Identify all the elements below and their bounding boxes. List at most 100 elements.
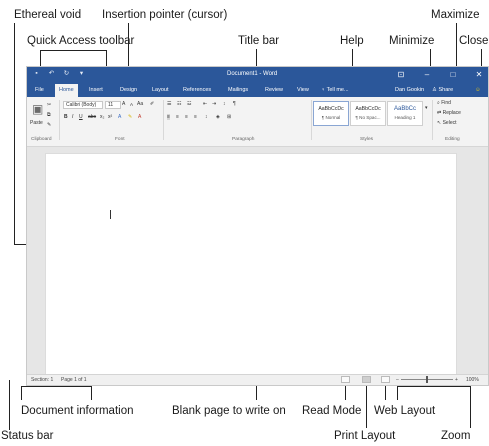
redo-icon[interactable]: ↻	[63, 70, 70, 77]
align-right-icon[interactable]: ≡	[185, 114, 188, 120]
callout-blank-page: Blank page to write on	[172, 405, 286, 417]
zoom-level[interactable]: 100%	[466, 377, 479, 383]
read-mode-button[interactable]	[341, 376, 350, 383]
clear-formatting-icon[interactable]: ✐	[150, 101, 154, 107]
text-effects-icon[interactable]: A	[118, 114, 121, 120]
style-no-spacing[interactable]: AaBbCcDc ¶ No Spac...	[350, 101, 386, 126]
print-layout-button[interactable]	[362, 376, 371, 383]
style-heading-1[interactable]: AaBbCc Heading 1	[387, 101, 423, 126]
web-layout-button[interactable]	[381, 376, 390, 383]
callout-ethereal-void: Ethereal void	[14, 9, 82, 21]
numbering-icon[interactable]: ☷	[177, 101, 181, 107]
paste-label[interactable]: Paste	[30, 120, 43, 126]
font-size-select[interactable]: 11	[105, 101, 121, 109]
font-name-select[interactable]: Calibri (Body)	[63, 101, 103, 109]
tab-file[interactable]: File	[31, 84, 48, 97]
zoom-out-icon[interactable]: –	[396, 377, 399, 383]
shrink-font-icon[interactable]: A	[130, 102, 133, 107]
page-indicator[interactable]: Page 1 of 1	[61, 377, 87, 383]
tab-layout[interactable]: Layout	[148, 84, 173, 97]
font-group-label: Font	[115, 137, 125, 142]
paragraph-group-label: Paragraph	[232, 137, 255, 142]
superscript-icon[interactable]: x²	[108, 114, 112, 120]
word-window: ▪ ↶ ↻ ▾ Document1 - Word ⊡ – □ ✕ File Ho…	[26, 66, 489, 386]
tab-home[interactable]: Home	[55, 84, 78, 97]
underline-icon[interactable]: U	[79, 114, 83, 120]
style-normal[interactable]: AaBbCcDc ¶ Normal	[313, 101, 349, 126]
tab-mailings[interactable]: Mailings	[224, 84, 252, 97]
zoom-slider-thumb[interactable]	[426, 376, 428, 383]
ribbon-tabs: File Home Insert Design Layout Reference…	[27, 84, 488, 97]
styles-group-label: Styles	[360, 137, 374, 142]
select-icon: ↖	[437, 120, 442, 126]
italic-icon[interactable]: I	[72, 114, 73, 120]
sort-icon[interactable]: ↕	[223, 101, 226, 107]
customize-qat-icon[interactable]: ▾	[78, 70, 85, 77]
change-case-icon[interactable]: Aa	[137, 101, 143, 107]
save-icon[interactable]: ▪	[33, 70, 40, 77]
tab-design[interactable]: Design	[116, 84, 141, 97]
shading-icon[interactable]: ◈	[216, 114, 220, 120]
callout-zoom: Zoom	[441, 430, 471, 442]
divider	[59, 100, 60, 140]
select-label: Select	[442, 120, 457, 126]
status-bar: Section: 1 Page 1 of 1 – + 100%	[27, 374, 488, 385]
callout-web-layout: Web Layout	[374, 405, 436, 417]
borders-icon[interactable]: ⊞	[227, 114, 231, 120]
styles-more-icon[interactable]: ▾	[425, 105, 428, 111]
line-spacing-icon[interactable]: ↕	[205, 114, 208, 120]
find-button[interactable]: ⌕ Find	[437, 100, 451, 106]
leader-ethereal-void	[14, 23, 15, 245]
style-preview: AaBbCc	[393, 106, 416, 112]
share-label: Share	[438, 87, 454, 93]
justify-icon[interactable]: ≡	[194, 114, 197, 120]
leader-status-bar	[9, 380, 10, 430]
divider	[311, 100, 312, 140]
align-left-icon[interactable]: ≡	[167, 114, 170, 120]
font-color-icon[interactable]: A	[138, 114, 141, 120]
cut-icon[interactable]: ✂	[47, 102, 51, 108]
zoom-in-icon[interactable]: +	[455, 377, 458, 383]
tab-view[interactable]: View	[293, 84, 313, 97]
lightbulb-icon: ♀	[321, 87, 326, 93]
share-button[interactable]: ♙ Share	[428, 84, 457, 97]
ribbon-display-options-icon[interactable]: ⊡	[396, 69, 406, 81]
tab-insert[interactable]: Insert	[85, 84, 107, 97]
paste-icon[interactable]: ▣	[32, 102, 43, 116]
tab-review[interactable]: Review	[261, 84, 287, 97]
undo-icon[interactable]: ↶	[48, 70, 55, 77]
tell-me-box[interactable]: ♀ Tell me...	[317, 84, 353, 97]
replace-button[interactable]: ⇄ Replace	[437, 110, 461, 116]
minimize-button[interactable]: –	[422, 69, 432, 81]
find-label: Find	[441, 100, 451, 106]
insertion-pointer	[110, 210, 111, 219]
strikethrough-icon[interactable]: abc	[88, 114, 96, 120]
section-indicator[interactable]: Section: 1	[31, 377, 53, 383]
bullets-icon[interactable]: ☰	[167, 101, 171, 107]
callout-print-layout: Print Layout	[334, 430, 396, 442]
multilevel-list-icon[interactable]: ☳	[187, 101, 191, 107]
tab-references[interactable]: References	[179, 84, 215, 97]
decrease-indent-icon[interactable]: ⇤	[203, 101, 207, 107]
subscript-icon[interactable]: x₂	[100, 114, 104, 120]
smiley-feedback-icon[interactable]: ☺	[471, 84, 485, 97]
increase-indent-icon[interactable]: ⇥	[212, 101, 216, 107]
callout-maximize: Maximize	[431, 9, 480, 21]
user-name[interactable]: Dan Gookin	[391, 84, 428, 97]
copy-icon[interactable]: ⧉	[47, 112, 51, 118]
highlight-icon[interactable]: ✎	[128, 114, 132, 120]
style-name: ¶ No Spac...	[355, 115, 381, 120]
share-person-icon: ♙	[432, 87, 437, 93]
select-button[interactable]: ↖ Select	[437, 120, 457, 126]
replace-icon: ⇄	[437, 110, 442, 116]
bold-icon[interactable]: B	[64, 114, 68, 120]
maximize-button[interactable]: □	[448, 69, 458, 81]
font-name-value: Calibri (Body)	[66, 102, 97, 108]
show-marks-icon[interactable]: ¶	[233, 101, 236, 107]
format-painter-icon[interactable]: ✎	[47, 122, 51, 128]
close-button[interactable]: ✕	[474, 69, 484, 81]
blank-page[interactable]	[45, 153, 457, 376]
grow-font-icon[interactable]: A	[122, 101, 125, 107]
style-name: ¶ Normal	[321, 115, 341, 120]
align-center-icon[interactable]: ≡	[176, 114, 179, 120]
